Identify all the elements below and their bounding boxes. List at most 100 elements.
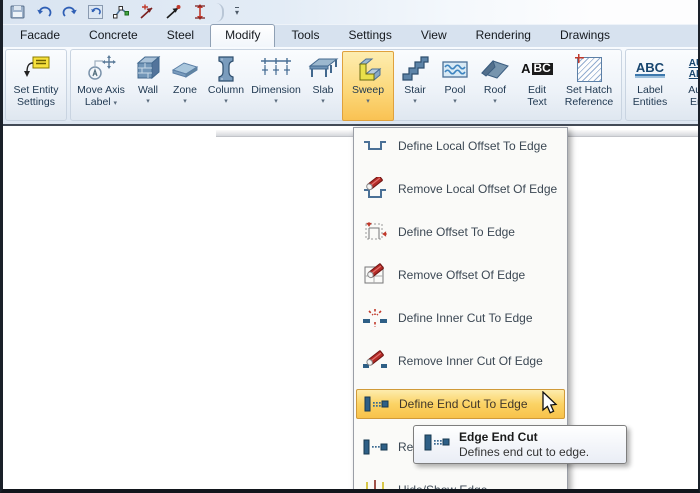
tab-concrete[interactable]: Concrete <box>76 25 151 47</box>
button-label-line1: Set Entity <box>13 84 59 96</box>
sweep-icon <box>352 53 384 85</box>
button-label-line1: Slab <box>312 84 334 96</box>
move-vertical-icon[interactable] <box>190 3 209 21</box>
label-entities-button[interactable]: ABC Label Entities <box>627 51 673 121</box>
redo-icon[interactable] <box>60 3 79 21</box>
tab-drawings[interactable]: Drawings <box>547 25 623 47</box>
wall-button[interactable]: Wall ▾ <box>130 51 166 121</box>
dropdown-arrow-icon: ▾ <box>224 97 228 105</box>
ribbon-group-labels: ABC Label Entities AUT AB Auto Enti <box>625 49 698 121</box>
tab-modify[interactable]: Modify <box>210 24 276 47</box>
roof-icon <box>478 53 512 85</box>
auto-entities-icon: AUT AB <box>688 53 698 85</box>
tab-steel[interactable]: Steel <box>154 25 207 47</box>
menu-item-define-offset[interactable]: Define Offset To Edge <box>356 217 565 247</box>
menu-item-remove-offset[interactable]: Remove Offset Of Edge <box>356 260 565 290</box>
wall-icon <box>133 53 163 85</box>
menu-item-label: Define Offset To Edge <box>398 225 515 239</box>
hide-show-edge-icon <box>361 478 389 489</box>
menu-item-define-inner-cut[interactable]: Define Inner Cut To Edge <box>356 303 565 333</box>
button-label-line1: Sweep <box>351 84 385 96</box>
button-label-line1: Dimension <box>251 84 301 96</box>
edge-end-cut-icon <box>422 430 450 459</box>
button-label-line1: Wall <box>137 84 159 96</box>
move-axis-label-button[interactable]: Move Axis Label ▾ <box>72 51 130 121</box>
menu-item-remove-inner-cut[interactable]: Remove Inner Cut Of Edge <box>356 346 565 376</box>
tab-settings[interactable]: Settings <box>335 25 404 47</box>
pick-pointer-icon[interactable] <box>164 3 183 21</box>
tab-view[interactable]: View <box>408 25 460 47</box>
ribbon-group-modify-tools: Move Axis Label ▾ Wall ▾ Zone ▾ Column ▾… <box>70 49 622 121</box>
undo-icon[interactable] <box>34 3 53 21</box>
toolbar-options-chevron-icon[interactable]: ▾ <box>235 7 240 17</box>
tab-tools[interactable]: Tools <box>278 25 332 47</box>
dropdown-arrow-icon: ▾ <box>146 97 150 105</box>
menu-item-label: Remove Local Offset Of Edge <box>398 182 558 196</box>
dropdown-arrow-icon: ▾ <box>321 97 325 105</box>
column-button[interactable]: Column ▾ <box>204 51 248 121</box>
edit-text-button[interactable]: A BC Edit Text <box>516 51 558 121</box>
menu-item-label: Define End Cut To Edge <box>399 397 528 411</box>
local-offset-define-icon <box>361 134 389 158</box>
auto-glyph-line2: AB <box>688 69 698 80</box>
menu-item-remove-local-offset[interactable]: Remove Local Offset Of Edge <box>356 174 565 204</box>
tooltip-edge-end-cut: Edge End Cut Defines end cut to edge. <box>413 425 627 464</box>
offset-define-icon <box>361 220 389 244</box>
dropdown-arrow-icon: ▾ <box>113 99 118 107</box>
button-label-line1: Label <box>637 84 663 96</box>
stair-button[interactable]: Stair ▾ <box>394 51 436 121</box>
save-icon[interactable] <box>8 3 27 21</box>
label-entities-icon: ABC <box>634 53 666 85</box>
edit-text-glyph-a: A <box>521 61 531 77</box>
slab-button[interactable]: Slab ▾ <box>304 51 342 121</box>
dimension-button[interactable]: Dimension ▾ <box>248 51 304 121</box>
menu-item-label: Define Local Offset To Edge <box>398 139 547 153</box>
inner-cut-define-icon <box>361 306 389 330</box>
menu-item-define-local-offset[interactable]: Define Local Offset To Edge <box>356 131 565 161</box>
button-label-line2: Enti <box>689 95 698 108</box>
pick-pointer-add-icon[interactable] <box>138 3 157 21</box>
dimension-icon <box>259 53 293 85</box>
offset-remove-icon <box>361 263 389 287</box>
button-label-line1: Set Hatch <box>565 84 613 96</box>
menu-item-label: Remove Offset Of Edge <box>398 268 526 282</box>
pool-icon <box>439 53 471 85</box>
pool-button[interactable]: Pool ▾ <box>436 51 474 121</box>
edit-nodes-icon[interactable] <box>112 3 131 21</box>
local-offset-remove-icon <box>361 177 389 201</box>
set-hatch-reference-icon <box>574 53 602 85</box>
set-hatch-reference-button[interactable]: Set Hatch Reference <box>558 51 620 121</box>
dropdown-arrow-icon: ▾ <box>413 97 417 105</box>
dropdown-arrow-icon: ▾ <box>493 97 497 105</box>
zone-icon <box>169 53 201 85</box>
inner-cut-remove-icon <box>361 349 389 373</box>
button-label-line2: Entities <box>632 95 668 108</box>
roof-button[interactable]: Roof ▾ <box>474 51 516 121</box>
button-label-line1: Edit <box>527 84 547 96</box>
button-label-line1: Stair <box>404 84 426 96</box>
set-entity-settings-button[interactable]: Set Entity Settings <box>7 51 65 121</box>
reference-cross-icon <box>574 53 584 63</box>
tab-rendering[interactable]: Rendering <box>463 25 544 47</box>
sweep-button[interactable]: Sweep ▾ <box>342 51 394 121</box>
abc-glyph: ABC <box>634 60 666 76</box>
menu-item-define-end-cut[interactable]: Define End Cut To Edge <box>356 389 565 419</box>
mouse-cursor-icon <box>542 391 558 414</box>
dropdown-arrow-icon: ▾ <box>274 97 278 105</box>
edit-text-icon: A BC <box>521 53 553 85</box>
auto-entities-button[interactable]: AUT AB Auto Enti <box>673 51 698 121</box>
button-label-line2: Reference <box>564 95 614 108</box>
qat-separator <box>216 2 224 22</box>
button-label-line1: Pool <box>444 84 466 96</box>
zone-button[interactable]: Zone ▾ <box>166 51 204 121</box>
undo-all-icon[interactable] <box>86 3 105 21</box>
tooltip-description: Defines end cut to edge. <box>459 444 590 459</box>
menu-item-hide-show-edge[interactable]: Hide/Show Edge <box>356 475 565 489</box>
ribbon-tab-bar: Facade Concrete Steel Modify Tools Setti… <box>3 24 698 47</box>
tab-facade[interactable]: Facade <box>7 25 73 47</box>
menu-item-label: Define Inner Cut To Edge <box>398 311 533 325</box>
edit-text-glyph-bc: BC <box>531 61 553 76</box>
set-entity-settings-icon <box>20 53 52 85</box>
slab-icon <box>306 53 340 85</box>
button-label-line1: Zone <box>173 84 197 96</box>
